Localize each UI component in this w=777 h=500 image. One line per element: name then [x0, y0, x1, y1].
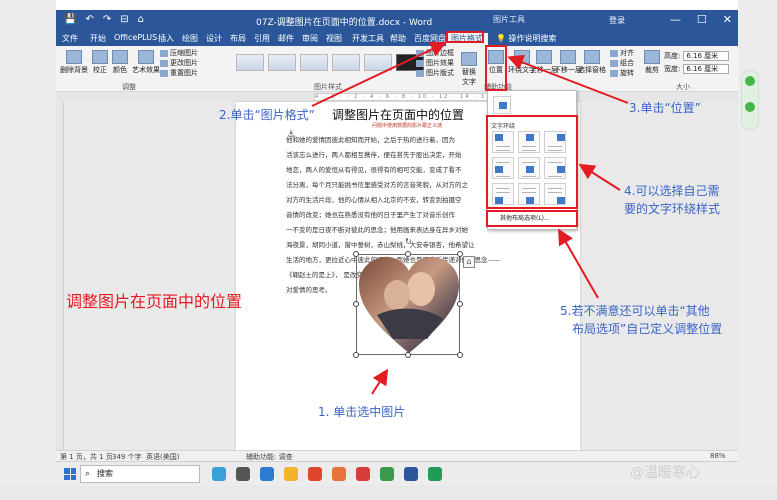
arrow-to-wrap-grid — [578, 163, 621, 191]
taskbar-search[interactable]: ⌕ 搜索 — [80, 465, 200, 483]
taskbar-app-icon[interactable] — [308, 467, 322, 481]
taskbar-app-icon[interactable] — [380, 467, 394, 481]
taskbar-app-icon[interactable] — [332, 467, 346, 481]
arrow-to-position — [507, 54, 629, 104]
taskbar-word-icon[interactable] — [404, 467, 418, 481]
search-icon: ⌕ — [85, 469, 91, 479]
arrow-to-picture — [371, 368, 389, 395]
watermark: @温暖寒心 — [630, 465, 700, 481]
annotation-arrows — [311, 41, 629, 395]
arrow-to-more-options — [558, 228, 599, 299]
taskbar-app-icon[interactable] — [260, 467, 274, 481]
bottom-strip — [0, 486, 777, 500]
taskbar-app-icon[interactable] — [236, 467, 250, 481]
windows-start-icon[interactable] — [64, 468, 76, 480]
search-label: 搜索 — [97, 469, 113, 478]
taskbar-app-icon[interactable] — [356, 467, 370, 481]
taskbar-app-icon[interactable] — [428, 467, 442, 481]
arrow-to-picture-format — [311, 41, 447, 107]
taskbar-app-icon[interactable] — [284, 467, 298, 481]
taskbar-app-icon[interactable] — [212, 467, 226, 481]
status-bar: 第 1 页，共 1 页 349 个字 英语(美国) 辅助功能: 调查 88% — [56, 450, 738, 461]
status-zoom[interactable]: 88% — [710, 452, 726, 460]
